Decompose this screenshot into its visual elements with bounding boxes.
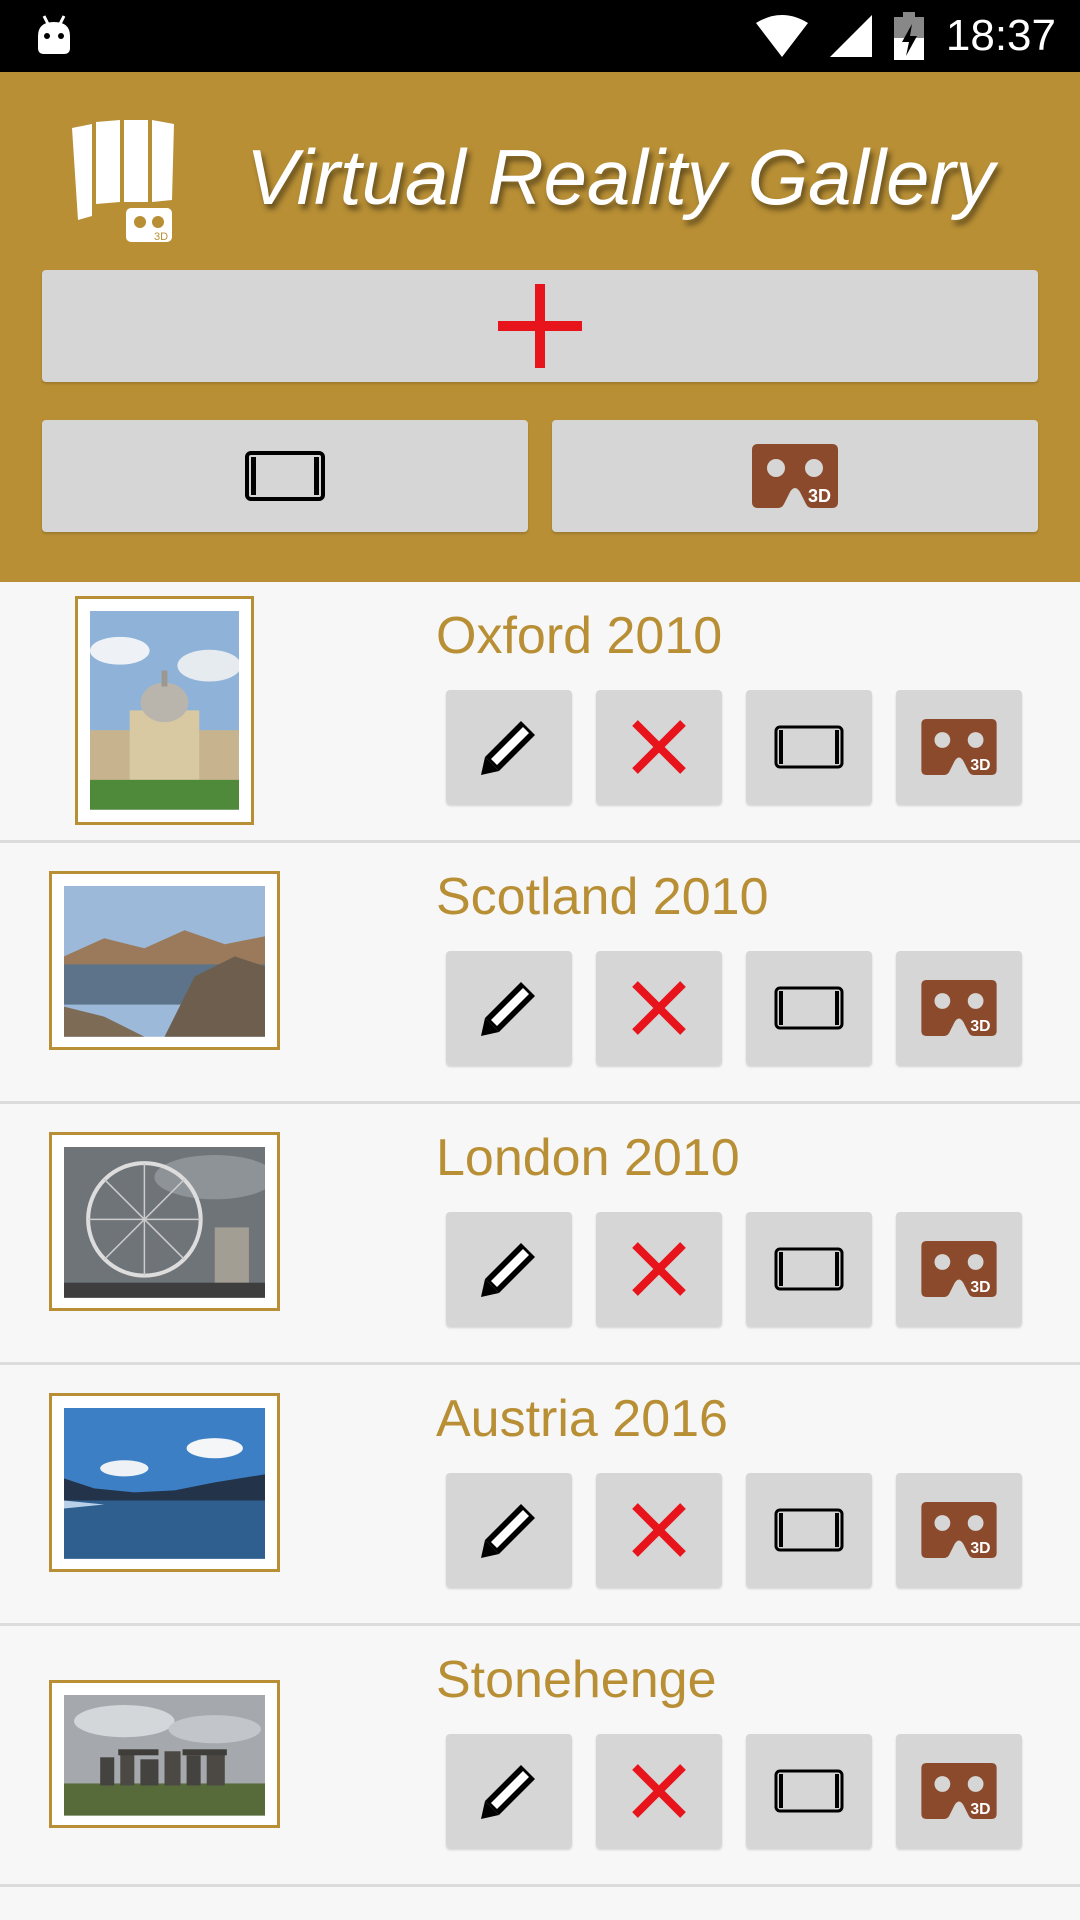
- phone-landscape-icon: [774, 725, 844, 769]
- view-mono-button[interactable]: [746, 951, 872, 1065]
- album-actions: 3D: [446, 1473, 1022, 1587]
- view-all-mono-button[interactable]: [42, 420, 528, 532]
- phone-landscape-icon: [245, 451, 325, 501]
- album-actions: 3D: [446, 951, 1022, 1065]
- edit-button[interactable]: [446, 1734, 572, 1848]
- view-vr-button[interactable]: 3D: [896, 1212, 1022, 1326]
- view-vr-button[interactable]: 3D: [896, 1734, 1022, 1848]
- edit-button[interactable]: [446, 1473, 572, 1587]
- plus-icon: [498, 284, 582, 368]
- album-actions: 3D: [446, 1212, 1022, 1326]
- album-thumbnail[interactable]: [49, 871, 280, 1050]
- thumbnail-image: [64, 886, 265, 1037]
- edit-button[interactable]: [446, 690, 572, 804]
- view-mono-button[interactable]: [746, 690, 872, 804]
- android-notification-icon: [38, 15, 70, 54]
- svg-text:3D: 3D: [970, 1279, 990, 1296]
- album-title: Austria 2016: [436, 1390, 728, 1448]
- view-mono-button[interactable]: [746, 1212, 872, 1326]
- album-list: Oxford 2010 3D Scotland 2010 3D London 2…: [0, 582, 1080, 1887]
- delete-button[interactable]: [596, 951, 722, 1065]
- album-actions: 3D: [446, 1734, 1022, 1848]
- album-title: London 2010: [436, 1129, 740, 1187]
- app-logo-icon: 3D: [72, 120, 174, 243]
- album-title: Scotland 2010: [436, 868, 769, 926]
- view-all-vr-button[interactable]: 3D: [552, 420, 1038, 532]
- album-thumbnail[interactable]: [49, 1393, 280, 1572]
- wifi-icon: [755, 15, 808, 57]
- vr-headset-3d-icon: 3D: [921, 719, 997, 775]
- delete-button[interactable]: [596, 1473, 722, 1587]
- album-actions: 3D: [446, 690, 1022, 804]
- phone-landscape-icon: [774, 1247, 844, 1291]
- pencil-icon: [481, 1504, 535, 1558]
- close-icon: [632, 1503, 686, 1557]
- list-item[interactable]: London 2010 3D: [0, 1104, 1080, 1365]
- vr-headset-3d-icon: 3D: [921, 1502, 997, 1558]
- svg-text:3D: 3D: [970, 1801, 990, 1818]
- view-vr-button[interactable]: 3D: [896, 951, 1022, 1065]
- status-time: 18:37: [945, 11, 1056, 60]
- close-icon: [632, 981, 686, 1035]
- delete-button[interactable]: [596, 1734, 722, 1848]
- album-title: Oxford 2010: [436, 607, 723, 665]
- view-mono-button[interactable]: [746, 1734, 872, 1848]
- app-title: Virtual Reality Gallery: [246, 133, 995, 221]
- album-thumbnail[interactable]: [75, 596, 254, 825]
- thumbnail-image: [64, 1147, 265, 1298]
- vr-headset-3d-icon: 3D: [921, 1241, 997, 1297]
- album-thumbnail[interactable]: [49, 1132, 280, 1311]
- battery-charging-icon: [893, 12, 924, 60]
- status-bar: 18:37: [0, 0, 1080, 72]
- vr-headset-3d-icon: 3D: [752, 444, 838, 508]
- list-item[interactable]: Stonehenge 3D: [0, 1626, 1080, 1887]
- delete-button[interactable]: [596, 1212, 722, 1326]
- pencil-icon: [481, 721, 535, 775]
- svg-text:3D: 3D: [970, 757, 990, 774]
- phone-landscape-icon: [774, 1508, 844, 1552]
- phone-landscape-icon: [774, 986, 844, 1030]
- app-header: 3D Virtual Reality Gallery 3D: [0, 72, 1080, 582]
- pencil-icon: [481, 1243, 535, 1297]
- phone-landscape-icon: [774, 1769, 844, 1813]
- edit-button[interactable]: [446, 1212, 572, 1326]
- view-vr-button[interactable]: 3D: [896, 1473, 1022, 1587]
- thumbnail-image: [64, 1695, 265, 1816]
- svg-text:3D: 3D: [970, 1540, 990, 1557]
- list-item[interactable]: Scotland 2010 3D: [0, 843, 1080, 1104]
- close-icon: [632, 1764, 686, 1818]
- svg-text:3D: 3D: [808, 486, 831, 506]
- cell-signal-icon: [829, 15, 872, 57]
- close-icon: [632, 1242, 686, 1296]
- pencil-icon: [481, 982, 535, 1036]
- list-item[interactable]: Oxford 2010 3D: [0, 582, 1080, 843]
- view-vr-button[interactable]: 3D: [896, 690, 1022, 804]
- list-item[interactable]: Austria 2016 3D: [0, 1365, 1080, 1626]
- svg-text:3D: 3D: [970, 1018, 990, 1035]
- pencil-icon: [481, 1765, 535, 1819]
- edit-button[interactable]: [446, 951, 572, 1065]
- thumbnail-image: [64, 1408, 265, 1559]
- album-title: Stonehenge: [436, 1651, 717, 1709]
- svg-text:3D: 3D: [154, 231, 168, 243]
- view-mono-button[interactable]: [746, 1473, 872, 1587]
- add-album-button[interactable]: [42, 270, 1038, 382]
- album-thumbnail[interactable]: [49, 1680, 280, 1828]
- delete-button[interactable]: [596, 690, 722, 804]
- close-icon: [632, 720, 686, 774]
- thumbnail-image: [90, 611, 239, 810]
- vr-headset-3d-icon: 3D: [921, 1763, 997, 1819]
- vr-headset-3d-icon: 3D: [921, 980, 997, 1036]
